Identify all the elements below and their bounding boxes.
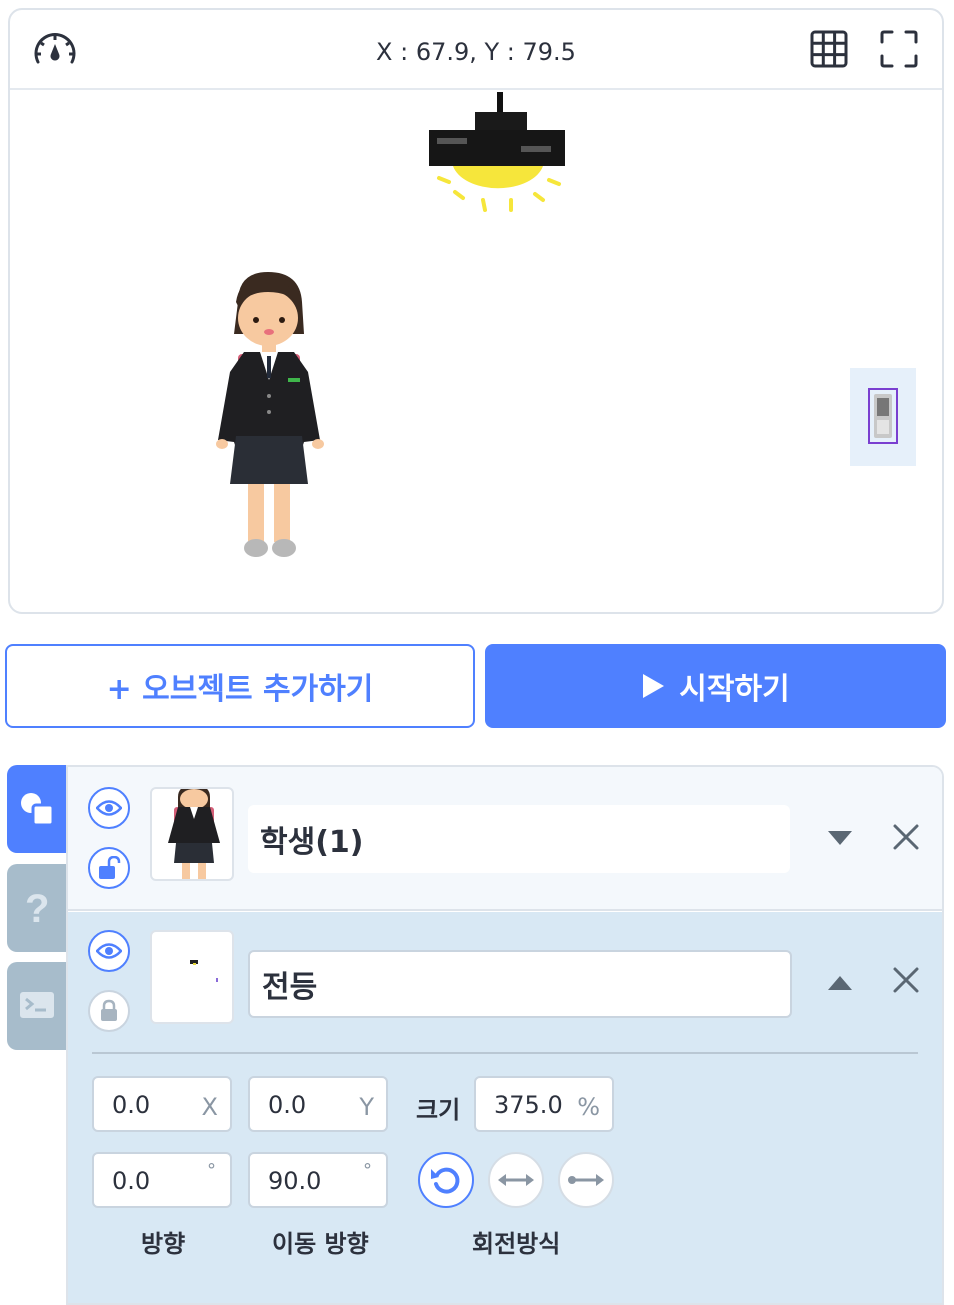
tab-console[interactable] xyxy=(7,962,67,1050)
move-direction-value: 90.0 xyxy=(268,1167,322,1195)
x-unit: X xyxy=(201,1093,218,1121)
mouse-coordinates: X : 67.9, Y : 79.5 xyxy=(376,38,576,66)
visibility-toggle[interactable] xyxy=(88,930,130,972)
lock-toggle[interactable] xyxy=(88,990,130,1032)
size-value: 375.0 xyxy=(494,1091,563,1119)
move-direction-label: 이동 방향 xyxy=(272,1230,369,1258)
divider xyxy=(92,1052,918,1054)
lamp-sprite[interactable] xyxy=(425,92,585,222)
y-unit: Y xyxy=(359,1093,374,1121)
x-value: 0.0 xyxy=(112,1091,151,1119)
object-name-field[interactable]: 학생(1) xyxy=(248,805,790,873)
size-label: 크기 xyxy=(416,1096,461,1124)
object-list-panel: 학생(1) 전등 0.0 X 0.0 Y 크기 375.0 % 0.0 ° 90… xyxy=(66,765,944,1305)
direction-label: 방향 xyxy=(141,1230,186,1258)
switch-sprite[interactable] xyxy=(868,388,898,444)
object-item-student[interactable]: 학생(1) xyxy=(68,767,942,911)
object-item-lamp[interactable]: 전등 0.0 X 0.0 Y 크기 375.0 % 0.0 ° 90.0 ° 방… xyxy=(68,912,942,1303)
object-thumbnail xyxy=(150,787,234,881)
object-thumbnail xyxy=(150,930,234,1024)
start-button[interactable]: 시작하기 xyxy=(485,644,946,728)
lamp-thumbnail xyxy=(190,960,218,982)
y-coordinate-input[interactable]: 0.0 Y xyxy=(248,1076,388,1132)
size-unit: % xyxy=(577,1093,600,1121)
x-coordinate-input[interactable]: 0.0 X xyxy=(92,1076,232,1132)
direction-unit: ° xyxy=(207,1160,216,1181)
student-sprite[interactable] xyxy=(208,272,334,562)
collapse-arrow-icon[interactable] xyxy=(826,974,854,992)
tab-objects[interactable] xyxy=(7,765,67,853)
tab-help[interactable]: ? xyxy=(7,864,67,952)
grid-icon[interactable] xyxy=(810,30,848,68)
visibility-toggle[interactable] xyxy=(88,787,130,829)
size-input[interactable]: 375.0 % xyxy=(474,1076,614,1132)
stage-canvas[interactable] xyxy=(10,92,942,612)
fullscreen-icon[interactable] xyxy=(880,30,918,68)
student-thumbnail xyxy=(168,789,220,879)
delete-object-icon[interactable] xyxy=(892,823,920,851)
unlock-icon xyxy=(99,856,121,879)
svg-text:?: ? xyxy=(25,888,49,928)
object-name-input[interactable]: 전등 xyxy=(248,950,792,1018)
rotate-horizontal-button[interactable] xyxy=(488,1152,544,1208)
rotation-mode-label: 회전방식 xyxy=(472,1230,561,1258)
question-icon: ? xyxy=(25,888,49,928)
objects-icon xyxy=(21,793,55,827)
delete-object-icon[interactable] xyxy=(892,966,920,994)
direction-input[interactable]: 0.0 ° xyxy=(92,1152,232,1208)
rotate-free-button[interactable] xyxy=(418,1152,474,1208)
play-icon xyxy=(643,674,665,698)
add-object-button[interactable]: + 오브젝트 추가하기 xyxy=(5,644,475,728)
move-direction-input[interactable]: 90.0 ° xyxy=(248,1152,388,1208)
add-object-label: + 오브젝트 추가하기 xyxy=(106,672,374,707)
stage-panel: X : 67.9, Y : 79.5 xyxy=(8,8,944,614)
switch-sprite-area[interactable] xyxy=(850,368,916,466)
move-direction-unit: ° xyxy=(363,1160,372,1181)
horizontal-flip-icon xyxy=(498,1174,534,1186)
stage-header: X : 67.9, Y : 79.5 xyxy=(10,10,942,90)
start-label: 시작하기 xyxy=(679,672,790,707)
console-icon xyxy=(20,992,54,1018)
lock-icon xyxy=(101,999,117,1021)
rotate-icon xyxy=(431,1167,460,1194)
no-rotation-icon xyxy=(568,1174,604,1186)
y-value: 0.0 xyxy=(268,1091,307,1119)
eye-icon xyxy=(96,943,122,959)
expand-arrow-icon[interactable] xyxy=(826,829,854,847)
direction-value: 0.0 xyxy=(112,1167,151,1195)
lock-toggle[interactable] xyxy=(88,847,130,889)
eye-icon xyxy=(96,800,122,816)
rotate-none-button[interactable] xyxy=(558,1152,614,1208)
